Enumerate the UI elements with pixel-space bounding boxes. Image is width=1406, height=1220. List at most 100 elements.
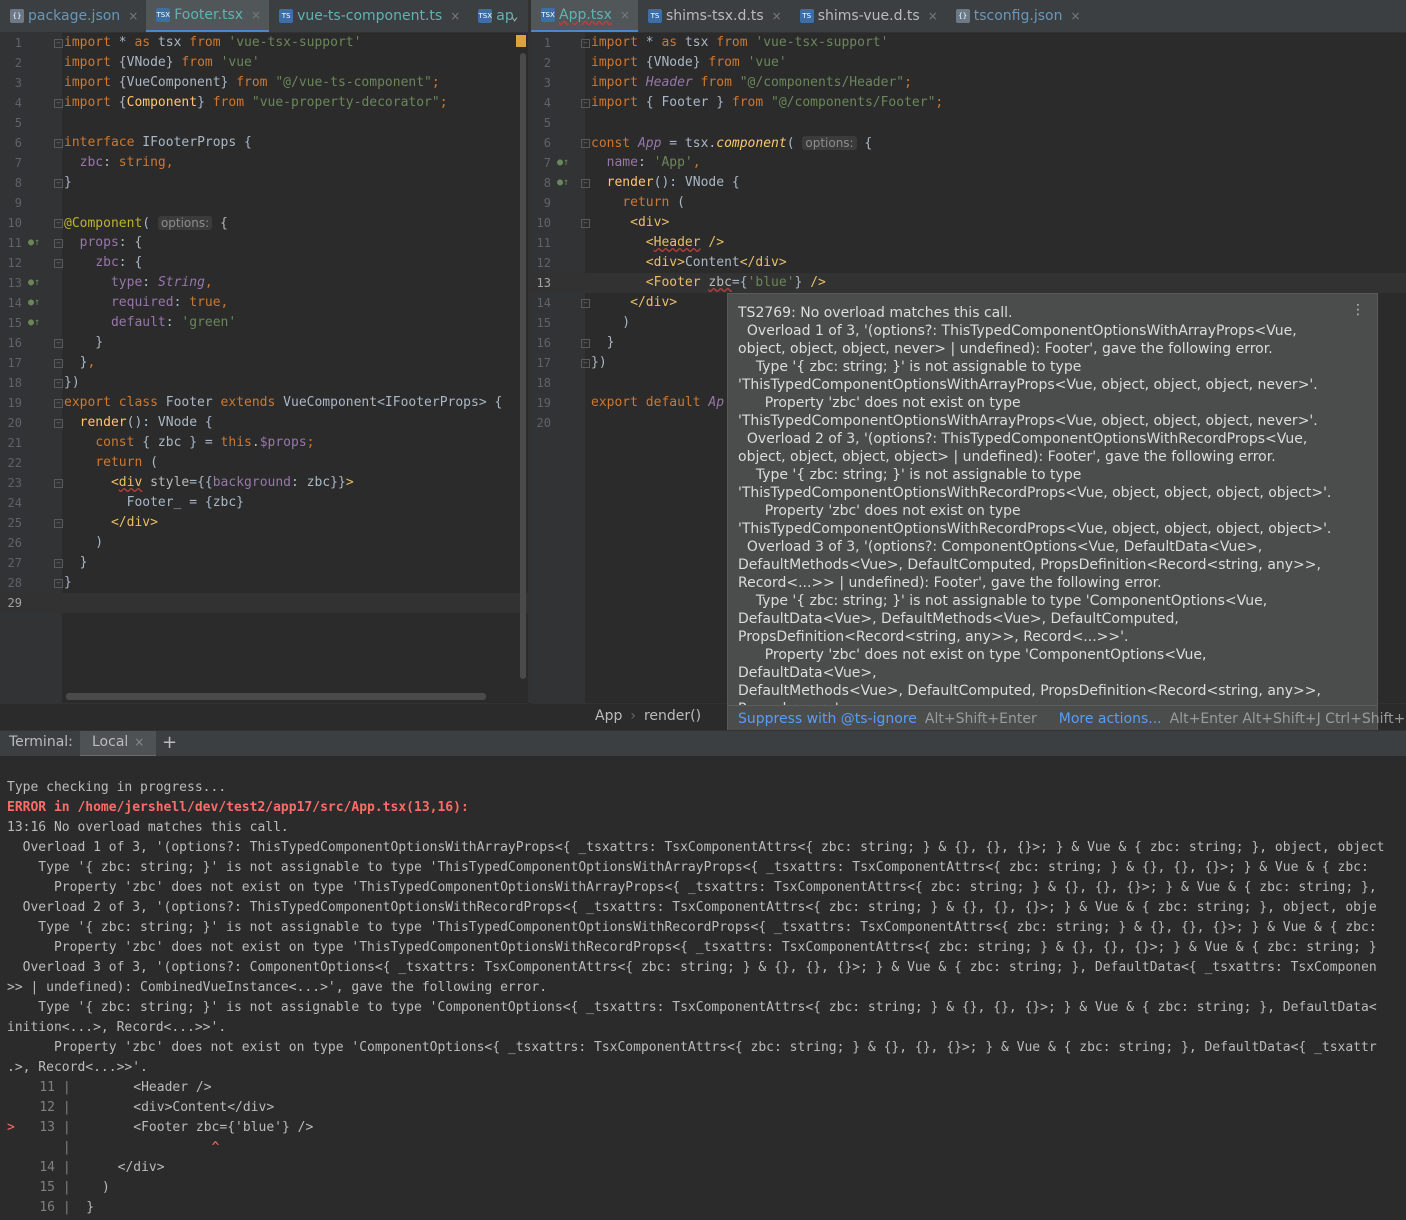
close-icon[interactable]: × [134,735,144,749]
vertical-scrollbar[interactable] [520,53,526,679]
override-method-icon[interactable]: ●↑ [28,277,40,288]
line-number: 15 [7,316,22,330]
close-icon[interactable]: × [128,9,138,23]
line-number: 9 [543,196,551,210]
fold-marker-icon[interactable]: − [54,519,63,528]
editor-footer-tsx[interactable]: 1 2 3 4 5 6 7 8 9 10 11 12 13 14 15 16 17 18 19 20 21 22 23 24 2… [0,33,528,703]
fold-marker-icon[interactable]: − [54,179,63,188]
override-method-icon[interactable]: ●↑ [28,297,40,308]
fold-marker-icon[interactable]: − [54,339,63,348]
line-number: 12 [536,256,551,270]
fold-marker-icon[interactable]: − [581,179,590,188]
terminal-tab-local[interactable]: Local × [80,731,157,757]
fold-marker-icon[interactable]: − [54,479,63,488]
breadcrumb-file[interactable]: App [595,708,622,724]
terminal-line: Overload 2 of 3, '(options?: ThisTypedCo… [7,900,1377,915]
fold-marker-icon[interactable]: − [54,99,63,108]
code-line-1: import * as tsx from 'vue-tsx-support' [64,35,362,50]
fold-marker-icon[interactable]: − [54,419,63,428]
close-icon[interactable]: × [1070,9,1080,23]
terminal-line: Type checking in progress... [7,780,227,795]
fold-marker-icon[interactable]: − [54,259,63,268]
breadcrumb-method[interactable]: render() [644,708,701,724]
fold-marker-icon[interactable]: − [581,359,590,368]
line-number: 15 [536,316,551,330]
tab-label: shims-vue.d.ts [817,8,920,24]
fold-marker-icon[interactable]: − [581,139,590,148]
chevron-down-icon[interactable]: ⌄ [505,0,524,32]
code-line-15: default: 'green' [110,315,237,330]
fold-marker-icon[interactable]: − [54,239,63,248]
line-number: 1 [14,36,22,50]
override-method-icon[interactable]: ●↑ [28,317,40,328]
fold-marker-icon[interactable]: − [54,39,63,48]
code-frame-line-number: 13 [39,1120,55,1135]
close-icon[interactable]: × [251,8,261,22]
override-method-icon[interactable]: ●↑ [557,177,569,188]
line-number: 17 [536,356,551,370]
suppress-ts-ignore-link[interactable]: Suppress with @ts-ignore [738,711,917,727]
code-line-24: Footer_ = {zbc} [64,495,245,510]
fold-marker-icon[interactable]: − [54,559,63,568]
close-icon[interactable]: × [620,8,630,22]
more-vert-icon[interactable]: ⋮ [1351,302,1365,318]
terminal-line: Type '{ zbc: string; }' is not assignabl… [7,1000,1377,1015]
warning-stripe-marker[interactable] [516,35,526,47]
code-line-6: const App = tsx.component( options: { [591,136,873,151]
close-icon[interactable]: × [928,9,938,23]
gutter-bar: | [55,1100,71,1115]
fold-marker-icon[interactable]: − [54,579,63,588]
tsx-file-icon: TSX [541,8,555,22]
fold-marker-icon[interactable]: − [54,359,63,368]
close-icon[interactable]: × [450,9,460,23]
fold-marker-icon[interactable]: − [581,39,590,48]
code-line-22: return ( [95,455,158,470]
gutter-bar: | [55,1180,71,1195]
fold-marker-icon[interactable]: − [581,339,590,348]
line-number: 25 [7,516,22,530]
tab-footer-tsx[interactable]: TSX Footer.tsx × [146,0,270,32]
gutter-bar: | [55,1080,71,1095]
fold-marker-icon[interactable]: − [54,399,63,408]
more-actions-link[interactable]: More actions... [1059,711,1162,727]
tab-tsconfig-json[interactable]: {} tsconfig.json × [946,0,1089,32]
horizontal-scrollbar[interactable] [66,693,486,700]
line-number: 20 [7,416,22,430]
fold-marker-icon[interactable]: − [54,379,63,388]
code-frame-line: 15 | ) [7,1178,109,1198]
line-number: 11 [7,236,22,250]
tab-app-tsx[interactable]: TSX App.tsx × [531,0,638,32]
code-frame-text: } [70,1200,95,1215]
tab-label: shims-tsx.d.ts [665,8,764,24]
code-line-19: export default Ap [591,395,725,410]
close-icon[interactable]: × [772,9,782,23]
fold-marker-icon[interactable]: − [54,219,63,228]
fold-marker-icon[interactable]: − [581,219,590,228]
tab-vue-ts-component-ts[interactable]: TS vue-ts-component.ts × [269,0,468,32]
line-number: 4 [14,96,22,110]
line-number: 11 [536,236,551,250]
terminal-line: inition<...>, Record<...>>'. [7,1020,227,1035]
code-line-12: zbc: { [95,255,143,270]
add-tab-icon[interactable]: + [162,732,177,753]
code-line-8: } [64,175,72,190]
tab-package-json[interactable]: {} package.json × [0,0,146,32]
code-frame-text: </div> [70,1160,165,1175]
fold-marker-icon[interactable]: − [581,99,590,108]
terminal-line: Property 'zbc' does not exist on type 'T… [7,940,1377,955]
terminal-output[interactable]: Type checking in progress... ERROR in /ho… [0,756,1406,1220]
error-tooltip-popup: TS2769: No overload matches this call. O… [727,293,1406,734]
terminal-title: Terminal: [9,734,73,750]
override-method-icon[interactable]: ●↑ [557,157,569,168]
fold-marker-icon[interactable]: − [581,299,590,308]
fold-marker-icon[interactable]: − [54,139,63,148]
right-tab-bar: TSX App.tsx × TS shims-tsx.d.ts × TS shims-vue.… [531,0,1406,33]
tab-shims-tsx-d-ts[interactable]: TS shims-tsx.d.ts × [638,0,790,32]
line-number: 2 [543,56,551,70]
tab-shims-vue-d-ts[interactable]: TS shims-vue.d.ts × [790,0,946,32]
override-method-icon[interactable]: ●↑ [28,237,40,248]
json-file-icon: {} [955,9,970,23]
line-number: 29 [7,596,22,610]
code-line-7: name: 'App', [606,155,701,170]
line-number: 19 [7,396,22,410]
